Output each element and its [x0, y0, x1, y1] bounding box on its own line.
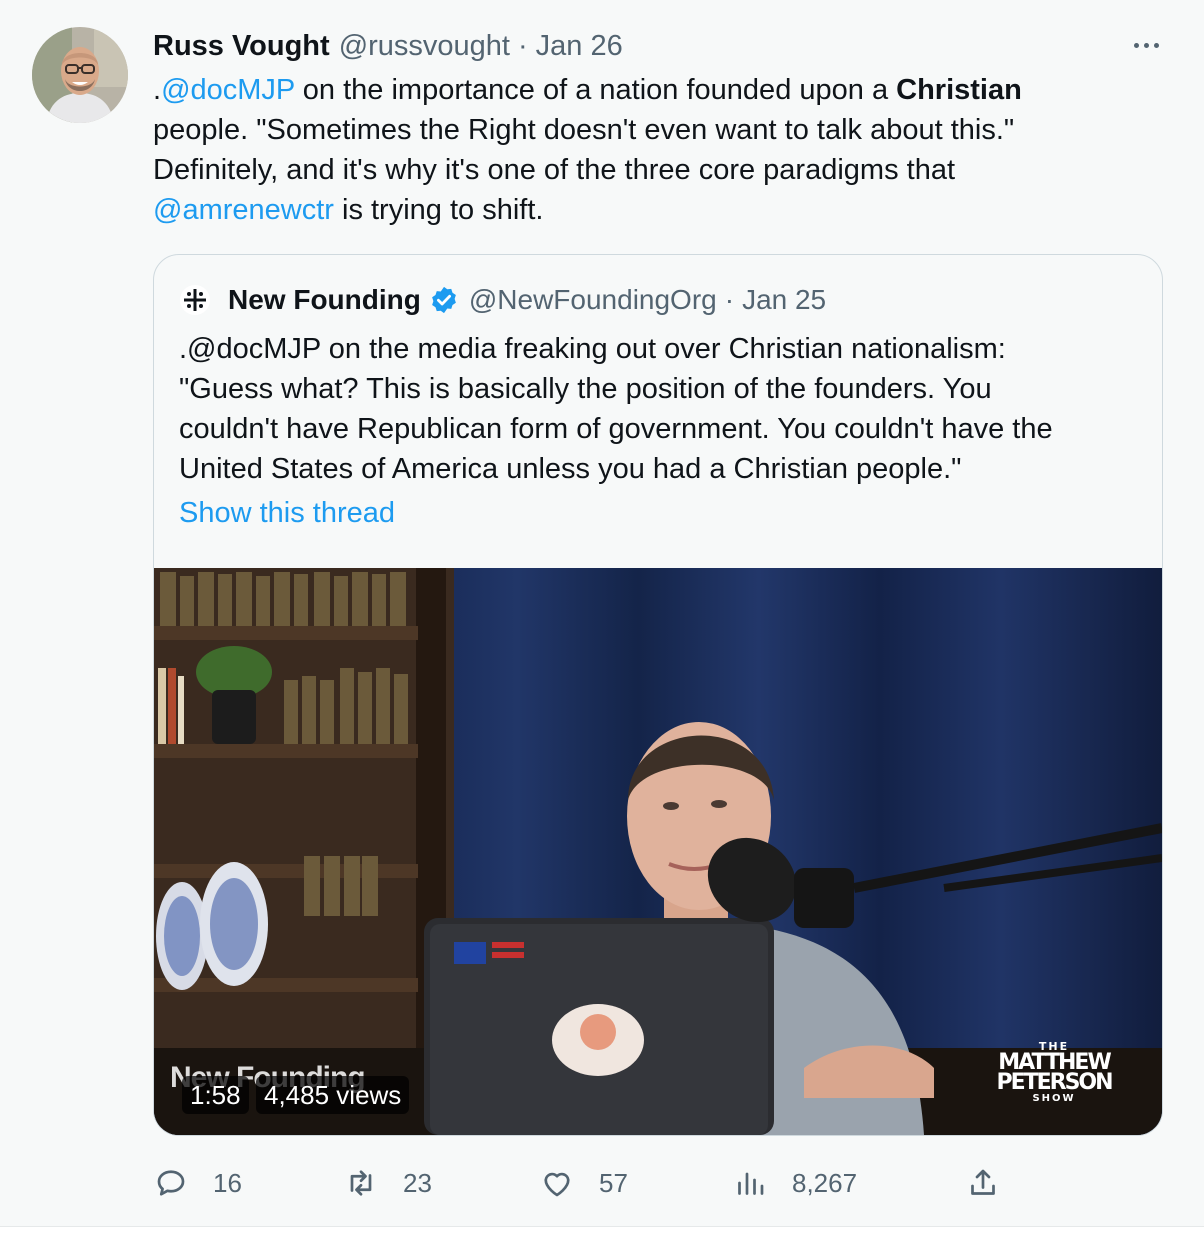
share-button[interactable] [965, 1160, 1001, 1206]
quoted-text-line: "Guess what? This is basically the posit… [179, 373, 992, 405]
quoted-author-name[interactable]: New Founding [228, 284, 421, 316]
header-separator: · [517, 29, 528, 62]
show-thread-link[interactable]: Show this thread [179, 497, 395, 530]
quoted-text-line: couldn't have Republican form of governm… [179, 413, 1053, 445]
retweet-count: 23 [403, 1167, 432, 1198]
quoted-text: .@docMJP on the media freaking out over … [179, 329, 1149, 489]
text-prefix: . [153, 74, 162, 106]
tweet-text-line: people. "Sometimes the Right doesn't eve… [153, 114, 1015, 146]
show-logo: THE MATTHEW PETERSON SHOW [989, 1040, 1119, 1104]
like-button[interactable]: 57 [539, 1160, 628, 1206]
reply-icon [157, 1170, 185, 1196]
more-horizontal-icon [1133, 42, 1139, 48]
author-handle[interactable]: @russvought [339, 30, 510, 63]
quoted-header: New Founding @NewFoundingOrg · Jan 25 [228, 283, 826, 317]
retweet-icon [350, 1170, 372, 1196]
tweet-text: .@docMJP on the importance of a nation f… [153, 70, 1153, 230]
quoted-author-handle[interactable]: @NewFoundingOrg [469, 284, 717, 316]
text-segment: is trying to shift. [333, 194, 544, 226]
views-count: 8,267 [792, 1167, 858, 1198]
quoted-text-line: United States of America unless you had … [179, 453, 962, 485]
mention-docmjp[interactable]: @docMJP [161, 74, 295, 106]
tweet-text-line: .@docMJP on the importance of a nation f… [153, 70, 1153, 110]
author-name[interactable]: Russ Vought [153, 30, 330, 63]
heart-icon [544, 1172, 570, 1197]
new-founding-logo-icon [180, 285, 210, 315]
show-logo-line: PETERSON [996, 1070, 1113, 1095]
tweet-text-line: Definitely, and it's why it's one of the… [153, 154, 956, 186]
video-views: 4,485 views [256, 1076, 410, 1114]
tweet-header: Russ Vought @russvought · Jan 26 [153, 29, 623, 63]
views-button[interactable]: 8,267 [732, 1160, 857, 1206]
reply-count: 16 [213, 1167, 242, 1198]
retweet-button[interactable]: 23 [343, 1160, 432, 1206]
tweet-date[interactable]: Jan 26 [536, 30, 623, 63]
reply-button[interactable]: 16 [153, 1160, 242, 1206]
quoted-header-separator: · [724, 284, 735, 315]
verified-badge-icon [429, 285, 459, 315]
tweet-actions: 16 23 57 8,267 [0, 1160, 1204, 1206]
quoted-tweet[interactable]: New Founding @NewFoundingOrg · Jan 25 .@… [153, 254, 1163, 1136]
share-icon [971, 1169, 995, 1195]
tweet[interactable]: Russ Vought @russvought · Jan 26 .@docMJ… [0, 0, 1204, 1227]
quoted-date[interactable]: Jan 25 [742, 284, 826, 316]
author-avatar[interactable] [32, 27, 128, 123]
like-count: 57 [599, 1167, 628, 1198]
mention-amrenewctr[interactable]: @amrenewctr [153, 194, 334, 226]
more-options-button[interactable] [1126, 30, 1166, 60]
bold-word: Christian [896, 74, 1022, 106]
video-duration: 1:58 [182, 1076, 249, 1114]
quoted-text-line: .@docMJP on the media freaking out over … [179, 333, 1006, 365]
tweet-text-line: @amrenewctr is trying to shift. [153, 190, 1153, 230]
video-player[interactable]: New Founding 1:58 4,485 views THE MATTHE… [154, 568, 1162, 1135]
analytics-icon [738, 1172, 764, 1195]
text-segment: on the importance of a nation founded up… [294, 74, 897, 106]
